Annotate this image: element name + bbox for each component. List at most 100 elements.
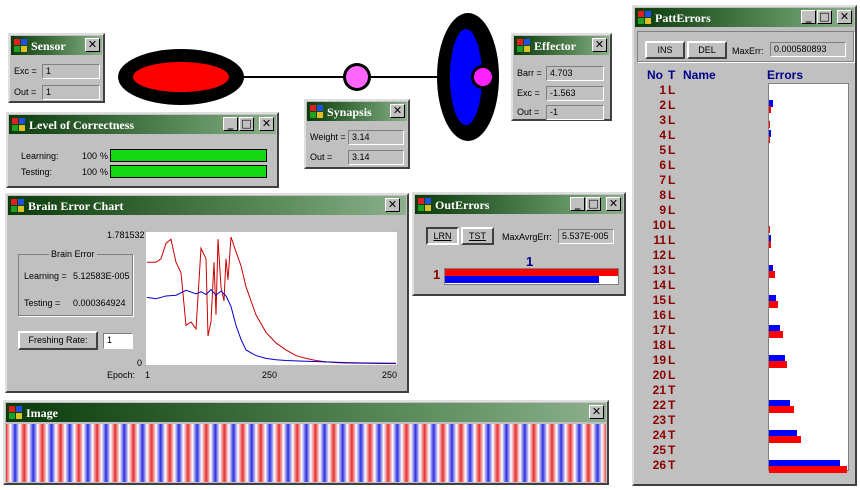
del-button[interactable]: DEL [687,41,727,59]
effector-barr-field[interactable]: 4.703 [546,66,604,81]
pattern-error-red [769,466,848,473]
pattern-type: L [668,233,676,247]
app-icon [14,39,27,52]
pattern-type: L [668,263,676,277]
ins-button[interactable]: INS [645,41,685,59]
pattern-type: L [668,218,676,232]
pattern-type: T [668,398,676,412]
pattern-type: L [668,353,676,367]
pattern-number[interactable]: 18 [646,338,666,352]
sensor-titlebar[interactable]: Sensor ✕ [11,36,102,55]
pattern-number[interactable]: 19 [646,353,666,367]
pattern-type: L [668,173,676,187]
effector-out-field[interactable]: -1 [546,105,604,120]
pattern-type: T [668,413,676,427]
correctness-titlebar[interactable]: Level of Correctness _ □ ✕ [9,115,276,134]
pattern-number[interactable]: 26 [646,458,666,472]
maximize-icon[interactable]: □ [817,10,832,24]
app-icon [517,39,530,52]
synapsis-out-field[interactable]: 3.14 [348,150,404,165]
patterrors-title: PattErrors [655,11,711,25]
minimize-icon[interactable]: _ [801,10,816,24]
minimize-icon[interactable]: _ [570,197,585,211]
close-icon[interactable]: ✕ [390,104,405,118]
testing-label: Testing: [21,167,53,177]
close-icon[interactable]: ✕ [385,198,400,212]
synapsis-titlebar[interactable]: Synapsis ✕ [307,102,407,121]
correctness-window: Level of Correctness _ □ ✕ Learning: 100… [6,112,279,188]
pattern-number[interactable]: 9 [646,203,666,217]
pattern-type: L [668,203,676,217]
pattern-number[interactable]: 23 [646,413,666,427]
effector-output-core [474,68,492,86]
pattern-number[interactable]: 21 [646,383,666,397]
brain-error-titlebar[interactable]: Brain Error Chart ✕ [8,196,406,215]
pattern-number[interactable]: 1 [646,83,666,97]
sensor-out-field[interactable]: 1 [42,85,100,100]
max-avrg-err-field[interactable]: 5.537E-005 [558,229,614,244]
tst-button[interactable]: TST [461,227,494,245]
close-icon[interactable]: ✕ [837,10,852,24]
pattern-number[interactable]: 15 [646,293,666,307]
lrn-button[interactable]: LRN [426,227,459,245]
pattern-number[interactable]: 22 [646,398,666,412]
freshing-rate-input[interactable]: 1 [103,333,133,349]
pattern-number[interactable]: 25 [646,443,666,457]
pattern-number[interactable]: 5 [646,143,666,157]
minimize-icon[interactable]: _ [223,117,238,131]
pattern-number[interactable]: 2 [646,98,666,112]
brain-learning-value: 5.12583E-005 [73,271,130,281]
pattern-error-red [769,331,784,338]
effector-titlebar[interactable]: Effector ✕ [514,36,609,55]
pattern-number[interactable]: 6 [646,158,666,172]
app-icon [12,118,25,131]
image-window: Image ✕ [3,400,609,485]
maximize-icon[interactable]: □ [239,117,254,131]
pattern-number[interactable]: 14 [646,278,666,292]
pattern-number[interactable]: 4 [646,128,666,142]
pattern-number[interactable]: 16 [646,308,666,322]
close-icon[interactable]: ✕ [259,117,274,131]
pattern-number[interactable]: 17 [646,323,666,337]
pattern-number[interactable]: 3 [646,113,666,127]
max-err-field[interactable]: 0.000580893 [770,42,846,57]
close-icon[interactable]: ✕ [592,38,607,52]
effector-exc-label: Exc = [517,88,540,98]
pattern-type: L [668,188,676,202]
pattern-number[interactable]: 12 [646,248,666,262]
image-titlebar[interactable]: Image ✕ [6,403,606,422]
outerrors-title: OutErrors [435,198,490,212]
pattern-type: L [668,308,676,322]
outerrors-titlebar[interactable]: OutErrors _ □ ✕ [415,195,623,214]
col-header-t: T [668,68,676,82]
pattern-error-red [769,121,770,128]
pattern-number[interactable]: 10 [646,218,666,232]
correctness-title: Level of Correctness [29,118,135,132]
pattern-number[interactable]: 24 [646,428,666,442]
close-icon[interactable]: ✕ [85,38,100,52]
close-icon[interactable]: ✕ [589,405,604,419]
pattern-type: L [668,143,676,157]
learning-unit: % [100,151,109,161]
synapsis-node-core [346,66,368,88]
testing-percent: 100 [82,167,98,177]
learning-bar [110,149,267,162]
maximize-icon[interactable]: □ [586,197,601,211]
pattern-number[interactable]: 7 [646,173,666,187]
freshing-rate-button[interactable]: Freshing Rate: [18,331,98,350]
close-icon[interactable]: ✕ [606,197,621,211]
pattern-number[interactable]: 11 [646,233,666,247]
pattern-number[interactable]: 8 [646,188,666,202]
pattern-number[interactable]: 13 [646,263,666,277]
sensor-exc-field[interactable]: 1 [42,64,100,79]
app-icon [310,105,323,118]
sensor-window: Sensor ✕ Exc = 1 Out = 1 [8,33,105,103]
pattern-type: L [668,278,676,292]
effector-exc-field[interactable]: -1.563 [546,86,604,101]
effector-out-label: Out = [517,107,540,117]
synapsis-out-label: Out = [310,152,333,162]
synapsis-weight-field[interactable]: 3.14 [348,130,404,145]
pattern-number[interactable]: 20 [646,368,666,382]
patterrors-titlebar[interactable]: PattErrors _ □ ✕ [635,8,854,27]
brain-testing-value: 0.000364924 [73,298,126,308]
